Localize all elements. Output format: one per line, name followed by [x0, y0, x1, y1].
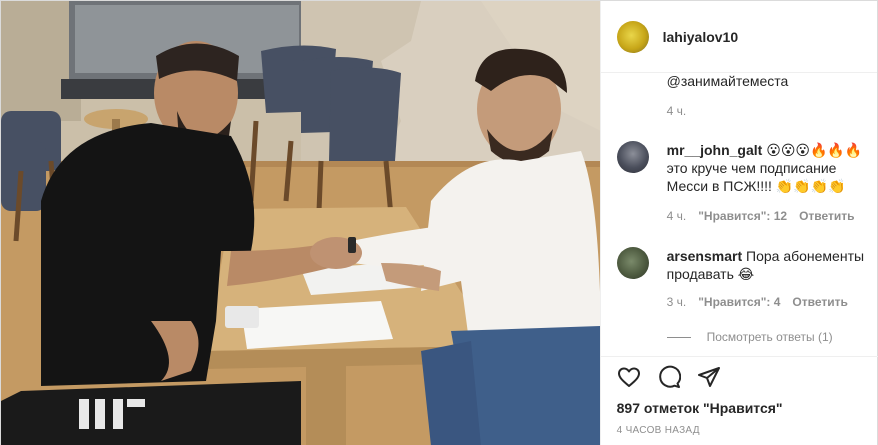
comment-meta: 3 ч. "Нравится": 4 Ответить	[667, 295, 848, 309]
comment-time[interactable]: 4 ч.	[667, 209, 687, 223]
post-timestamp[interactable]: 4 ЧАСОВ НАЗАД	[617, 425, 700, 436]
view-replies-button[interactable]: Посмотреть ответы (1)	[666, 330, 833, 344]
paper-plane-icon[interactable]	[697, 365, 721, 389]
comment-username[interactable]: mr__john_galt	[667, 142, 763, 158]
author-username[interactable]: lahiyalov10	[663, 29, 739, 45]
author-avatar[interactable]	[616, 20, 649, 53]
post-actions: 897 отметок "Нравится" 4 ЧАСОВ НАЗАД	[600, 356, 878, 445]
comment-likes[interactable]: "Нравится": 12	[698, 209, 787, 223]
view-replies-label[interactable]: Посмотреть ответы (1)	[707, 330, 833, 344]
comment-text: arsensmart Пора абонементы продавать 😂	[667, 247, 867, 283]
likes-count[interactable]: 897 отметок "Нравится"	[617, 400, 783, 416]
heart-icon[interactable]	[617, 365, 641, 389]
photo-illustration	[1, 1, 600, 445]
post-sidebar: lahiyalov10 @занимайтеместа 4 ч. mr__joh…	[599, 1, 878, 445]
reply-button[interactable]: Ответить	[792, 295, 847, 309]
comment-text: mr__john_galt 😮😮😮🔥🔥🔥 это круче чем подпи…	[667, 141, 867, 195]
post-header: lahiyalov10	[600, 1, 877, 73]
reply-button[interactable]: Ответить	[799, 209, 854, 223]
action-icons-row	[617, 365, 721, 389]
post-photo[interactable]	[1, 1, 600, 445]
caption-time[interactable]: 4 ч.	[667, 104, 687, 118]
comment-bubble-icon[interactable]	[657, 365, 681, 389]
comments-list: @занимайтеместа 4 ч. mr__john_galt 😮😮😮🔥🔥…	[601, 73, 878, 356]
comment-time[interactable]: 3 ч.	[667, 295, 687, 309]
comment-meta: 4 ч. "Нравится": 12 Ответить	[667, 209, 855, 223]
comment-username[interactable]: arsensmart	[667, 248, 743, 264]
commenter-avatar[interactable]	[616, 247, 649, 279]
comment-likes[interactable]: "Нравится": 4	[698, 295, 780, 309]
replies-divider-line	[666, 336, 691, 338]
instagram-post: lahiyalov10 @занимайтеместа 4 ч. mr__joh…	[0, 0, 878, 445]
caption-mention[interactable]: @занимайтеместа	[667, 73, 789, 89]
commenter-avatar[interactable]	[616, 141, 649, 173]
